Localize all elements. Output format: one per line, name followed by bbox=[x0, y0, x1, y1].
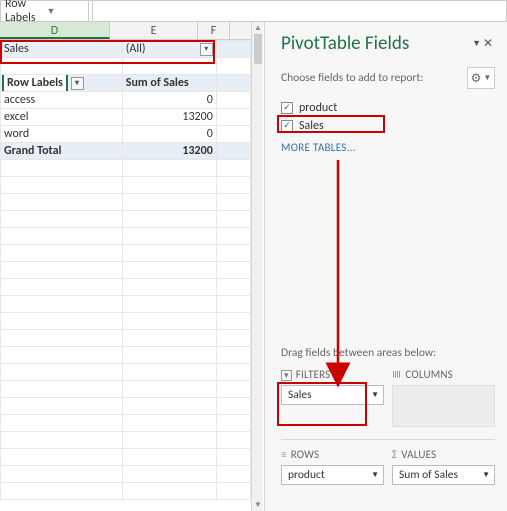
grand-total-label[interactable]: Grand Total bbox=[1, 143, 123, 160]
field-label: Sales bbox=[299, 119, 324, 133]
values-field-pill[interactable]: Sum of Sales ▼ bbox=[392, 465, 495, 485]
annotation-highlight-sales-field bbox=[277, 115, 385, 133]
pivottable-fields-pane: PivotTable Fields ▼ ✕ Choose fields to a… bbox=[264, 22, 507, 511]
column-headers: D E F bbox=[0, 22, 251, 40]
name-box[interactable]: Row Labels ▼ bbox=[1, 1, 89, 21]
filters-area[interactable]: FILTERS Sales ▼ bbox=[281, 366, 384, 429]
pivot-row[interactable]: word bbox=[1, 126, 123, 143]
col-header-f[interactable]: F bbox=[198, 22, 230, 39]
pill-label: Sales bbox=[288, 388, 312, 402]
field-label: product bbox=[299, 101, 337, 115]
area-title: ROWS bbox=[291, 448, 320, 461]
grand-total-value[interactable]: 13200 bbox=[122, 143, 216, 160]
scroll-thumb[interactable] bbox=[254, 34, 262, 64]
formula-bar-separator bbox=[89, 1, 93, 21]
more-tables-link[interactable]: MORE TABLES... bbox=[281, 135, 495, 160]
field-list-options-button[interactable]: ⚙ ▼ bbox=[467, 67, 495, 89]
pill-label: Sum of Sales bbox=[399, 468, 458, 482]
pivot-row[interactable]: excel bbox=[1, 109, 123, 126]
formula-bar: Row Labels ▼ bbox=[0, 0, 507, 22]
chevron-down-icon: ▼ bbox=[483, 73, 491, 83]
pivot-table: Sales (All) ▾ Row Labels ▾ Sum of Sales … bbox=[0, 40, 251, 500]
area-title: VALUES bbox=[401, 448, 436, 461]
pill-dropdown-icon[interactable]: ▼ bbox=[371, 470, 379, 480]
pivot-value[interactable]: 0 bbox=[122, 126, 216, 143]
values-area[interactable]: VALUES Sum of Sales ▼ bbox=[392, 446, 495, 487]
pivot-value[interactable]: 13200 bbox=[122, 109, 216, 126]
vertical-scrollbar[interactable]: ▲ ▼ bbox=[251, 22, 263, 511]
field-sales[interactable]: ✓ Sales bbox=[281, 117, 495, 135]
rows-area[interactable]: ROWS product ▼ bbox=[281, 446, 384, 487]
scroll-up-icon[interactable]: ▲ bbox=[252, 22, 264, 34]
area-divider bbox=[281, 439, 495, 440]
scroll-down-icon[interactable]: ▼ bbox=[252, 499, 264, 511]
field-product[interactable]: ✓ product bbox=[281, 99, 495, 117]
columns-area[interactable]: COLUMNS bbox=[392, 366, 495, 429]
field-list: ✓ product ✓ Sales MORE TABLES... bbox=[281, 97, 495, 160]
rows-icon bbox=[281, 448, 287, 461]
pivot-value-header[interactable]: Sum of Sales bbox=[122, 75, 216, 92]
pivot-row[interactable]: access bbox=[1, 92, 123, 109]
report-filter-value[interactable]: (All) ▾ bbox=[122, 41, 216, 58]
rows-field-pill[interactable]: product ▼ bbox=[281, 465, 384, 485]
pivot-value[interactable]: 0 bbox=[122, 92, 216, 109]
cell-empty[interactable] bbox=[216, 41, 250, 58]
col-header-d[interactable]: D bbox=[0, 22, 110, 39]
spreadsheet-grid[interactable]: D E F Sales (All) ▾ Row Labels ▾ Sum of … bbox=[0, 22, 252, 511]
filters-field-pill[interactable]: Sales ▼ bbox=[281, 385, 384, 405]
report-filter-label: Sales bbox=[1, 41, 123, 58]
row-labels-cell: Row Labels bbox=[4, 75, 66, 91]
filter-icon bbox=[281, 368, 292, 381]
col-header-e[interactable]: E bbox=[110, 22, 198, 39]
gear-icon: ⚙ bbox=[471, 71, 482, 86]
pill-label: product bbox=[288, 468, 325, 482]
area-title: FILTERS bbox=[296, 368, 331, 381]
pane-title: PivotTable Fields bbox=[281, 32, 470, 55]
row-labels-dropdown-icon[interactable]: ▾ bbox=[71, 77, 84, 90]
pill-dropdown-icon[interactable]: ▼ bbox=[482, 470, 490, 480]
close-pane-button[interactable]: ✕ bbox=[481, 36, 495, 51]
columns-icon bbox=[392, 368, 401, 381]
drag-areas-label: Drag fields between areas below: bbox=[281, 342, 495, 366]
checkbox-checked-icon[interactable]: ✓ bbox=[281, 102, 293, 114]
pane-title-dropdown-icon[interactable]: ▼ bbox=[472, 38, 481, 49]
report-filter-value-text: (All) bbox=[126, 42, 146, 56]
choose-fields-label: Choose fields to add to report: bbox=[281, 71, 467, 85]
sigma-icon bbox=[392, 448, 397, 461]
pill-dropdown-icon[interactable]: ▼ bbox=[371, 390, 379, 400]
pivot-row-header[interactable]: Row Labels ▾ bbox=[1, 75, 123, 92]
columns-dropzone[interactable] bbox=[392, 385, 495, 427]
report-filter-dropdown-icon[interactable]: ▾ bbox=[200, 43, 213, 56]
name-box-dropdown-icon[interactable]: ▼ bbox=[43, 6, 85, 17]
checkbox-checked-icon[interactable]: ✓ bbox=[281, 120, 293, 132]
area-title: COLUMNS bbox=[405, 368, 452, 381]
